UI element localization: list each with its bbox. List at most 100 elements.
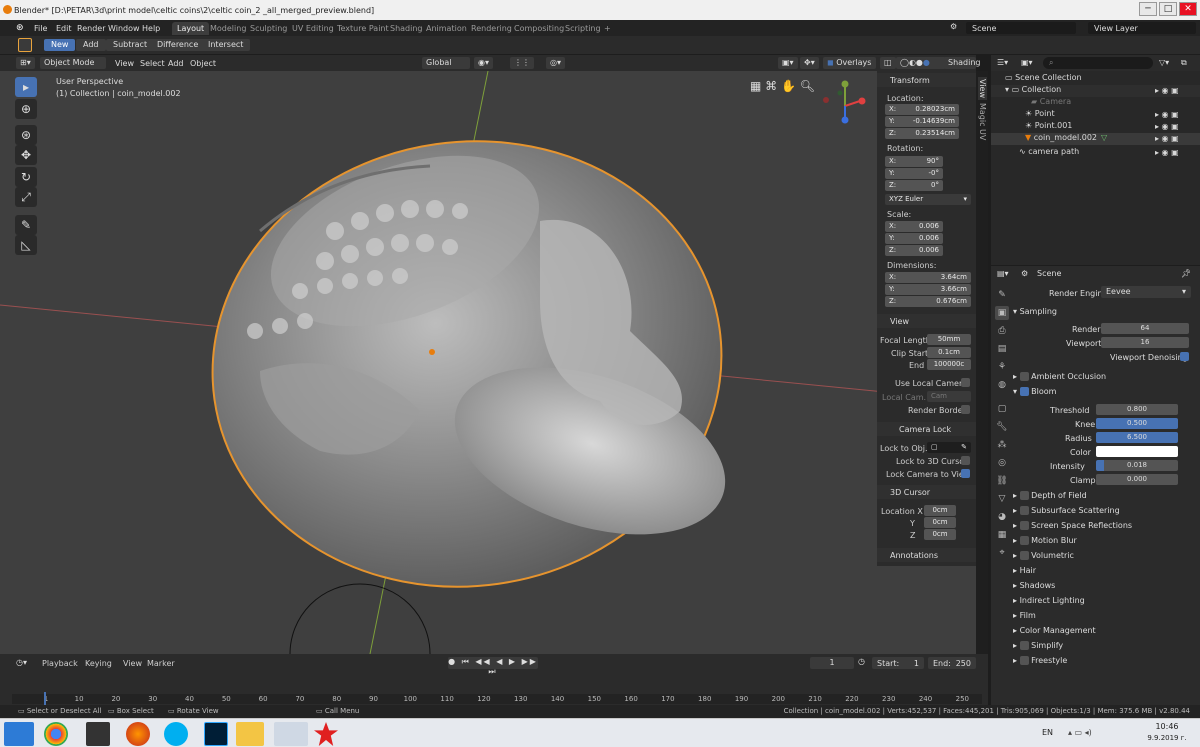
outliner-row-scene-collection[interactable]: ▭ Scene Collection — [991, 73, 1200, 85]
3d-viewport[interactable]: User Perspective (1) Collection | coin_m… — [0, 71, 976, 654]
tab-uv-editing[interactable]: UV Editing — [287, 22, 339, 35]
add-button[interactable]: Add — [76, 39, 106, 51]
world-tab-icon[interactable]: ◍ — [995, 378, 1009, 392]
pin-icon[interactable]: 📌︎ — [1181, 269, 1191, 278]
view-navigation-icons[interactable]: ▦ ⌘ ✋ 🔍︎ — [750, 79, 815, 93]
new-button[interactable]: New — [44, 39, 76, 51]
row-visibility-icons[interactable]: ▸ ◉ ▣ — [1155, 134, 1179, 143]
row-visibility-icons[interactable]: ▸ ◉ ▣ — [1155, 122, 1179, 131]
view-menu-timeline[interactable]: View — [123, 659, 142, 668]
view-menu[interactable]: View — [115, 59, 134, 68]
app-star-icon[interactable] — [314, 722, 338, 746]
location-x-field[interactable]: X: 0.28023cm — [885, 104, 959, 115]
scale-z-field[interactable]: Z: 0.006 — [885, 245, 943, 256]
obs-icon[interactable] — [86, 722, 110, 746]
visibility-icon[interactable]: ▣▾ — [778, 57, 798, 69]
physics-tab-icon[interactable]: ◎ — [995, 456, 1009, 470]
viewport-denoising-checkbox[interactable] — [1180, 352, 1189, 361]
euler-dropdown[interactable]: XYZ Euler ▾ — [885, 194, 971, 205]
add-workspace-button[interactable]: + — [599, 22, 616, 35]
add-menu[interactable]: Add — [168, 59, 184, 68]
tray-icons[interactable]: ▴ ▭ ◂) — [1068, 728, 1092, 737]
texture-tab-icon[interactable]: ▦ — [995, 528, 1009, 542]
tab-animation[interactable]: Animation — [421, 22, 472, 35]
section-simplify[interactable]: ▸ Simplify — [1013, 641, 1063, 650]
focal-length-field[interactable]: 50mm — [927, 334, 971, 345]
bloom-intensity-field[interactable]: 0.018 — [1096, 460, 1178, 471]
object-mode-dropdown[interactable]: Object Mode — [40, 57, 106, 69]
photoshop-icon[interactable] — [204, 722, 228, 746]
rotate-icon[interactable]: ↻ — [15, 167, 37, 187]
maximize-button[interactable]: □ — [1159, 2, 1177, 16]
view-layer-tab-icon[interactable]: ▤ — [995, 342, 1009, 356]
clip-end-field[interactable]: 100000c — [927, 359, 971, 370]
select-box-icon[interactable]: ▸ — [15, 77, 37, 97]
outliner-editor-icon[interactable]: ☰▾ — [997, 58, 1008, 67]
particles-tab-icon[interactable]: ⁂ — [995, 438, 1009, 452]
material-tab-icon[interactable]: ◕ — [995, 510, 1009, 524]
tab-magic-uv[interactable]: Magic UV — [978, 103, 987, 140]
select-menu[interactable]: Select — [140, 59, 165, 68]
row-visibility-icons[interactable]: ▸ ◉ ▣ — [1155, 86, 1179, 95]
menu-help[interactable]: Help — [142, 24, 160, 33]
outliner-row-camera-path[interactable]: ∿ camera path ▸ ◉ ▣ — [991, 147, 1200, 159]
section-subsurface-scattering[interactable]: ▸ Subsurface Scattering — [1013, 506, 1120, 515]
intersect-button[interactable]: Intersect — [201, 39, 251, 51]
annotations-header[interactable]: Annotations — [877, 548, 976, 562]
dimensions-z-field[interactable]: Z: 0.676cm — [885, 296, 971, 307]
scale-icon[interactable]: ⤢ — [15, 187, 37, 207]
rotation-y-field[interactable]: Y: -0° — [885, 168, 943, 179]
gizmo-icon[interactable]: ✥▾ — [800, 57, 819, 69]
section-depth-of-field[interactable]: ▸ Depth of Field — [1013, 491, 1087, 500]
render-samples-field[interactable]: 64 — [1101, 323, 1189, 334]
timeline-editor-icon[interactable]: ◷▾ — [16, 658, 27, 667]
section-shadows[interactable]: ▸ Shadows — [1013, 581, 1055, 590]
file-explorer-icon[interactable] — [236, 722, 264, 746]
scale-x-field[interactable]: X: 0.006 — [885, 221, 943, 232]
subtract-button[interactable]: Subtract — [106, 39, 155, 51]
rotation-z-field[interactable]: Z: 0° — [885, 180, 943, 191]
output-tab-icon[interactable]: ⎙ — [995, 324, 1009, 338]
section-volumetric[interactable]: ▸ Volumetric — [1013, 551, 1074, 560]
view-layer-selector[interactable]: View Layer — [1088, 22, 1196, 34]
orientation-dropdown[interactable]: Global — [422, 57, 470, 69]
display-mode-icon[interactable]: ▣▾ — [1021, 58, 1033, 67]
tab-sculpting[interactable]: Sculpting — [245, 22, 292, 35]
skype-icon[interactable] — [164, 722, 188, 746]
overlays-dropdown[interactable]: ◼ Overlays — [823, 57, 876, 69]
outliner-search-input[interactable]: ⌕ — [1043, 57, 1153, 69]
outliner-row-collection[interactable]: ▾ ▭ Collection ▸ ◉ ▣ — [991, 85, 1200, 97]
cursor-x-field[interactable]: 0cm — [924, 505, 956, 516]
bloom-clamp-field[interactable]: 0.000 — [1096, 474, 1178, 485]
snap-icon[interactable]: ⋮⋮ — [510, 57, 534, 69]
constraints-tab-icon[interactable]: ⛓︎ — [995, 474, 1009, 488]
measure-icon[interactable]: ◺ — [15, 235, 37, 255]
outliner-row-point-001[interactable]: ☀ Point.001 ▸ ◉ ▣ — [991, 121, 1200, 133]
shading-modes[interactable]: ◯◐●● — [896, 57, 946, 69]
scene-selector[interactable]: Scene — [966, 22, 1076, 34]
playback-menu[interactable]: Playback — [42, 659, 78, 668]
tab-view[interactable]: View — [978, 77, 987, 100]
sampling-header[interactable]: ▾ Sampling — [1013, 307, 1057, 316]
filter-icon[interactable]: ▽▾ — [1159, 58, 1169, 67]
viewport-samples-field[interactable]: 16 — [1101, 337, 1189, 348]
use-local-camera-checkbox[interactable] — [961, 378, 970, 387]
playback-controls[interactable]: ● ⏮ ◀◀ ◀ ▶ ▶▶ ⏭ — [448, 657, 538, 676]
section-screen-space-reflections[interactable]: ▸ Screen Space Reflections — [1013, 521, 1132, 530]
data-tab-icon[interactable]: ▽ — [995, 492, 1009, 506]
annotate-icon[interactable]: ✎ — [15, 215, 37, 235]
new-collection-icon[interactable]: ⧉ — [1181, 58, 1187, 68]
move-all-icon[interactable]: ⊛ — [15, 125, 37, 145]
tool-tab-icon[interactable]: ✎ — [995, 288, 1009, 302]
location-y-field[interactable]: Y: -0.14639cm — [885, 116, 959, 127]
location-z-field[interactable]: Z: 0.23514cm — [885, 128, 959, 139]
dimensions-y-field[interactable]: Y: 3.66cm — [885, 284, 971, 295]
render-border-checkbox[interactable] — [961, 405, 970, 414]
3d-cursor-header[interactable]: 3D Cursor — [877, 485, 976, 499]
start-button-icon[interactable] — [4, 722, 34, 746]
rotation-x-field[interactable]: X: 90° — [885, 156, 943, 167]
object-tab-icon[interactable]: ▢ — [995, 402, 1009, 416]
keying-menu[interactable]: Keying — [85, 659, 112, 668]
chrome-icon[interactable] — [44, 722, 68, 746]
close-button[interactable]: ✕ — [1179, 2, 1197, 16]
